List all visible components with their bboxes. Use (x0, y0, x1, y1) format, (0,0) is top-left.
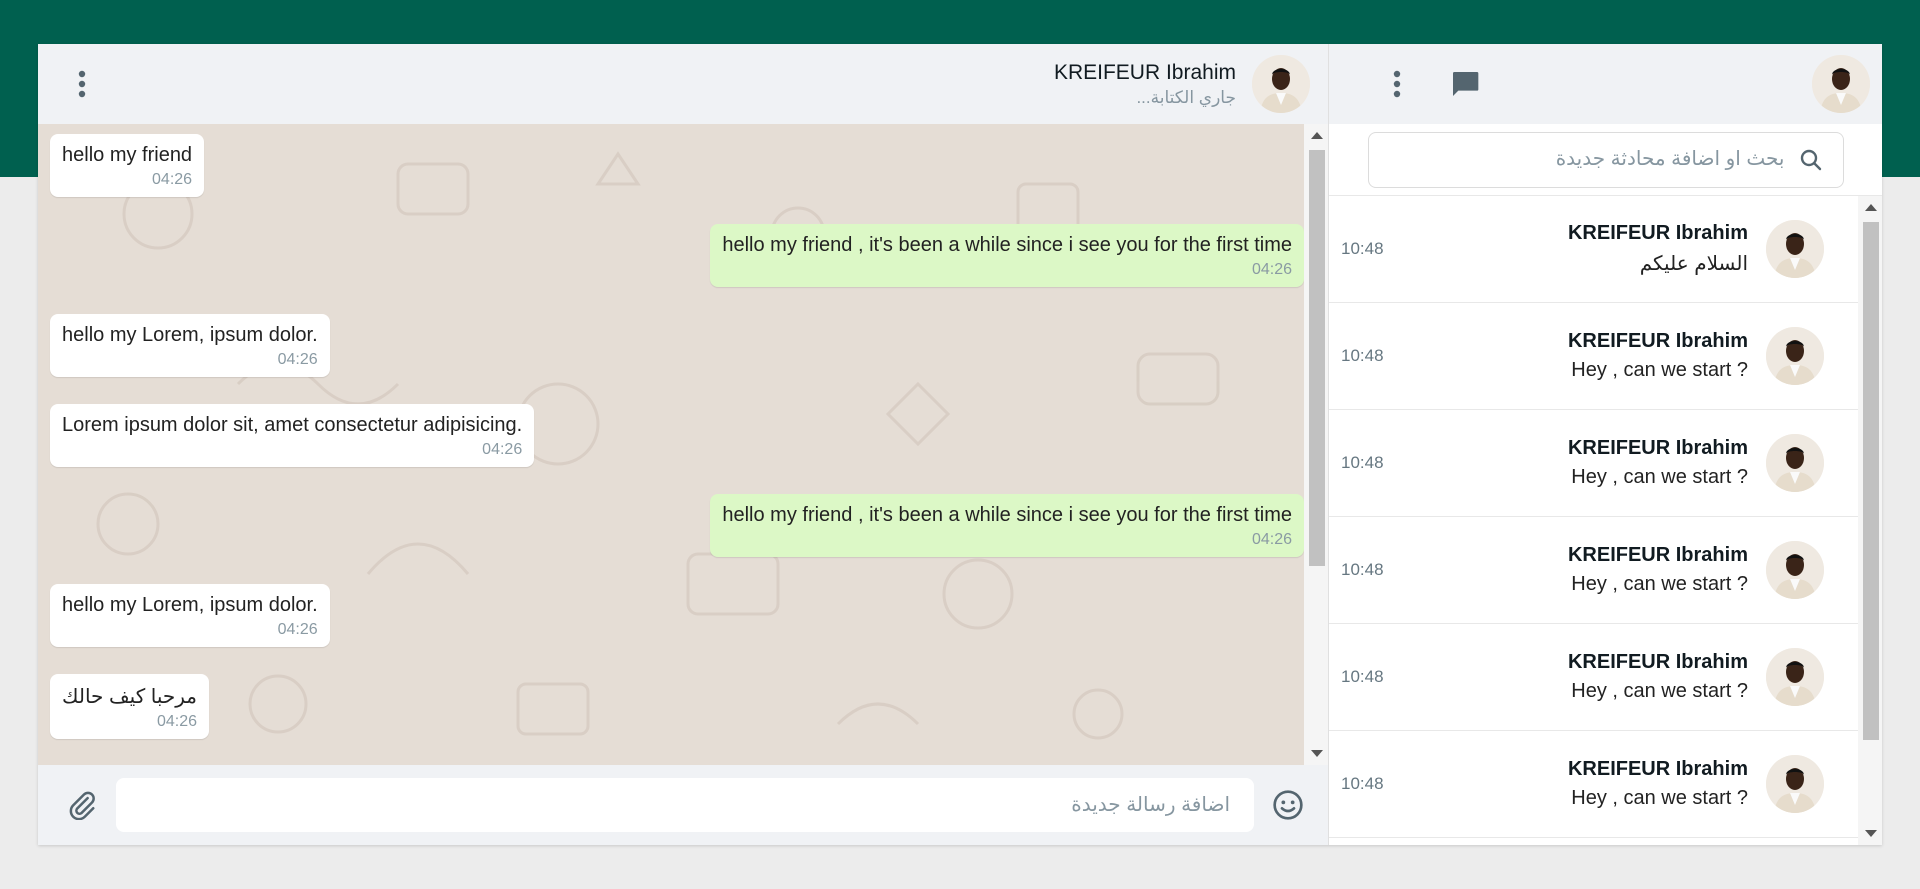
conversation-list: 10:48 KREIFEUR Ibrahim السلام عليكم 10:4… (1329, 196, 1882, 845)
conversation-item[interactable]: 10:48 KREIFEUR Ibrahim Hey , can we star… (1329, 303, 1858, 410)
message-bubble-incoming[interactable]: hello my Lorem, ipsum dolor. 04:26 (50, 314, 330, 377)
conversation-avatar (1766, 434, 1824, 492)
sidebar-scrollbar[interactable] (1858, 196, 1882, 845)
chat-bubble-icon (1453, 72, 1479, 96)
conversation-name: KREIFEUR Ibrahim (1567, 758, 1748, 780)
message-time: 04:26 (277, 351, 318, 368)
message-bubble-outgoing[interactable]: hello my friend , it's been a while sinc… (710, 494, 1304, 557)
chat-header: KREIFEUR Ibrahim جاري الكتابة... (38, 44, 1328, 124)
person-avatar-icon (1766, 327, 1824, 385)
search-field-wrap[interactable] (1367, 131, 1844, 188)
conversation-preview: Hey , can we start ? (1571, 359, 1748, 381)
sidebar-menu-button[interactable] (1377, 64, 1417, 104)
conversation-time: 10:48 (1341, 774, 1384, 793)
person-avatar-icon (1766, 434, 1824, 492)
person-avatar-icon (1766, 755, 1824, 813)
chat-menu-button[interactable] (62, 64, 102, 104)
conversation-time: 10:48 (1341, 560, 1384, 579)
conversation-item[interactable]: 10:48 KREIFEUR Ibrahim Hey , can we star… (1329, 410, 1858, 517)
search-icon (1800, 149, 1821, 170)
message-bubble-incoming[interactable]: hello my friend 04:26 (50, 134, 205, 197)
message-bubble-incoming[interactable]: hello my Lorem, ipsum dolor. 04:26 (50, 584, 330, 647)
message-time: 04:26 (1251, 531, 1292, 548)
message-bubble-incoming[interactable]: Lorem ipsum dolor sit, amet consectetur … (50, 404, 535, 467)
contact-info[interactable]: KREIFEUR Ibrahim جاري الكتابة... (1054, 55, 1310, 113)
conversation-preview: Hey , can we start ? (1571, 787, 1748, 809)
conversation-preview: Hey , can we start ? (1571, 573, 1748, 595)
contact-name: KREIFEUR Ibrahim (1053, 60, 1236, 84)
scroll-down-arrow-icon[interactable] (1311, 750, 1323, 757)
attach-button[interactable] (62, 785, 102, 825)
message-bubble-incoming[interactable]: مرحبا كيف حالك 04:26 (50, 674, 210, 739)
conversation-time: 10:48 (1341, 667, 1384, 686)
person-avatar-icon (1252, 55, 1310, 113)
message-text: hello my friend , it's been a while sinc… (722, 504, 1292, 526)
conversation-name: KREIFEUR Ibrahim (1567, 222, 1748, 244)
conversation-avatar (1766, 327, 1824, 385)
scroll-thumb[interactable] (1309, 150, 1325, 566)
conversation-item[interactable]: 10:48 KREIFEUR Ibrahim Hey , can we star… (1329, 517, 1858, 624)
person-avatar-icon (1766, 220, 1824, 278)
user-avatar[interactable] (1812, 55, 1870, 113)
message-composer (38, 765, 1328, 845)
chat-scrollbar[interactable] (1304, 124, 1328, 765)
message-bubble-outgoing[interactable]: hello my friend , it's been a while sinc… (710, 224, 1304, 287)
conversation-time: 10:48 (1341, 346, 1384, 365)
conversation-time: 10:48 (1341, 239, 1384, 258)
vertical-dots-icon (78, 70, 86, 98)
conversation-name: KREIFEUR Ibrahim (1567, 544, 1748, 566)
sidebar-header (1329, 44, 1882, 124)
message-time: 04:26 (1251, 261, 1292, 278)
message-text: Lorem ipsum dolor sit, amet consectetur … (62, 414, 523, 436)
conversation-avatar (1766, 648, 1824, 706)
search-bar (1329, 124, 1882, 196)
messages-area: hello my friend 04:26 hello my friend , … (38, 124, 1328, 765)
scroll-thumb[interactable] (1863, 222, 1879, 740)
contact-avatar[interactable] (1252, 55, 1310, 113)
conversation-preview: Hey , can we start ? (1571, 466, 1748, 488)
smiley-icon (1273, 790, 1303, 820)
message-input[interactable] (116, 778, 1254, 832)
search-input[interactable] (1388, 148, 1785, 171)
message-text: hello my friend (62, 144, 193, 166)
scroll-up-arrow-icon[interactable] (1311, 132, 1323, 139)
message-time: 04:26 (482, 441, 523, 458)
conversation-avatar (1766, 755, 1824, 813)
person-avatar-icon (1766, 541, 1824, 599)
conversation-sidebar: 10:48 KREIFEUR Ibrahim السلام عليكم 10:4… (1328, 44, 1882, 845)
conversation-item[interactable]: 10:48 KREIFEUR Ibrahim السلام عليكم (1329, 196, 1858, 303)
conversation-name: KREIFEUR Ibrahim (1567, 330, 1748, 352)
conversation-name: KREIFEUR Ibrahim (1567, 437, 1748, 459)
contact-status: جاري الكتابة... (1136, 87, 1236, 107)
conversation-preview: السلام عليكم (1639, 253, 1748, 275)
message-text: مرحبا كيف حالك (62, 686, 198, 708)
chat-pane: KREIFEUR Ibrahim جاري الكتابة... hello m… (38, 44, 1328, 845)
scroll-down-arrow-icon[interactable] (1865, 830, 1877, 837)
conversation-item[interactable]: 10:48 KREIFEUR Ibrahim Hey , can we star… (1329, 731, 1858, 838)
conversation-time: 10:48 (1341, 453, 1384, 472)
message-list: hello my friend 04:26 hello my friend , … (38, 124, 1304, 765)
person-avatar-icon (1766, 648, 1824, 706)
conversation-avatar (1766, 220, 1824, 278)
message-time: 04:26 (156, 713, 198, 730)
conversation-avatar (1766, 541, 1824, 599)
message-time: 04:26 (152, 171, 193, 188)
vertical-dots-icon (1393, 70, 1401, 98)
paperclip-icon (69, 791, 95, 820)
message-text: hello my Lorem, ipsum dolor. (62, 594, 318, 616)
message-time: 04:26 (277, 621, 318, 638)
person-avatar-icon (1812, 55, 1870, 113)
message-text: hello my Lorem, ipsum dolor. (62, 324, 318, 346)
chat-app: KREIFEUR Ibrahim جاري الكتابة... hello m… (38, 44, 1882, 845)
scroll-up-arrow-icon[interactable] (1865, 204, 1877, 211)
conversation-name: KREIFEUR Ibrahim (1567, 651, 1748, 673)
conversation-preview: Hey , can we start ? (1571, 680, 1748, 702)
conversation-item[interactable]: 10:48 KREIFEUR Ibrahim Hey , can we star… (1329, 624, 1858, 731)
message-text: hello my friend , it's been a while sinc… (722, 234, 1292, 256)
emoji-button[interactable] (1268, 785, 1308, 825)
new-chat-button[interactable] (1445, 64, 1485, 104)
